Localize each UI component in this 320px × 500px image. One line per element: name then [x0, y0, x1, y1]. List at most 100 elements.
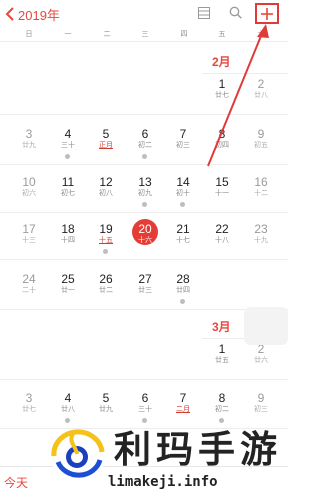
- lunar-date: 初七: [61, 190, 75, 197]
- day-cell[interactable]: 23 十九: [241, 222, 281, 245]
- day-cell[interactable]: 6 初二: [125, 127, 165, 150]
- lunar-date: 三十: [138, 406, 152, 413]
- day-cell[interactable]: 17 十三: [9, 222, 49, 245]
- day-number: 2: [257, 77, 265, 91]
- lunar-date: 廿八: [254, 92, 268, 99]
- day-cell[interactable]: 15 十一: [202, 175, 242, 198]
- day-cell[interactable]: 20 十六: [125, 222, 165, 245]
- watermark-title: 利玛手游: [114, 429, 282, 470]
- day-number: 3: [25, 391, 33, 405]
- lunar-date: 初六: [22, 190, 36, 197]
- day-cell[interactable]: 16 十二: [241, 175, 281, 198]
- day-cell[interactable]: 8 初二: [202, 391, 242, 414]
- lunar-date: 廿四: [176, 287, 190, 294]
- lunar-date: 廿二: [99, 287, 113, 294]
- day-cell[interactable]: 10 初六: [9, 175, 49, 198]
- day-number: 9: [257, 127, 265, 141]
- day-cell[interactable]: 28 廿四: [163, 272, 203, 295]
- day-cell[interactable]: 24 二十: [9, 272, 49, 295]
- weekday-label: 五: [218, 31, 226, 38]
- day-number: 21: [176, 222, 190, 236]
- event-dot: [142, 154, 147, 159]
- day-cell[interactable]: 4 廿八: [48, 391, 88, 414]
- lunar-date: 初三: [176, 142, 190, 149]
- week-divider: [0, 114, 288, 115]
- day-number: 1: [218, 77, 226, 91]
- week-divider: [0, 212, 288, 213]
- list-view-icon[interactable]: [198, 7, 210, 19]
- day-cell[interactable]: 5 廿九: [86, 391, 126, 414]
- day-cell[interactable]: 1 廿七: [202, 77, 242, 100]
- lunar-date: 廿八: [61, 406, 75, 413]
- day-cell[interactable]: 25 廿一: [48, 272, 88, 295]
- lunar-date: 廿七: [215, 92, 229, 99]
- day-number: 6: [141, 127, 149, 141]
- lunar-date: 二月: [176, 406, 190, 413]
- day-cell[interactable]: 4 三十: [48, 127, 88, 150]
- lunar-date: 十六: [138, 237, 152, 244]
- day-number: 5: [102, 391, 110, 405]
- day-cell[interactable]: 27 廿三: [125, 272, 165, 295]
- day-number: 22: [215, 222, 229, 236]
- day-cell[interactable]: 2 廿八: [241, 77, 281, 100]
- event-dot: [142, 418, 147, 423]
- day-cell[interactable]: 3 廿九: [9, 127, 49, 150]
- week-divider: [0, 259, 288, 260]
- lunar-date: 初八: [99, 190, 113, 197]
- week-divider: [0, 164, 288, 165]
- day-number: 1: [218, 342, 226, 356]
- month-label-march: 3月: [212, 320, 231, 334]
- day-cell[interactable]: 7 二月: [163, 391, 203, 414]
- lunar-date: 廿一: [61, 287, 75, 294]
- event-dot: [219, 418, 224, 423]
- day-cell[interactable]: 13 初九: [125, 175, 165, 198]
- day-cell[interactable]: 6 三十: [125, 391, 165, 414]
- day-cell[interactable]: 12 初八: [86, 175, 126, 198]
- day-cell[interactable]: 26 廿二: [86, 272, 126, 295]
- day-cell[interactable]: 9 初五: [241, 127, 281, 150]
- lunar-date: 十二: [254, 190, 268, 197]
- back-to-year-button[interactable]: 2019年: [5, 4, 60, 24]
- lunar-date: 十一: [215, 190, 229, 197]
- lunar-date: 正月: [99, 142, 113, 149]
- day-number: 3: [25, 127, 33, 141]
- today-button[interactable]: 今天: [4, 474, 28, 491]
- day-cell[interactable]: 3 廿七: [9, 391, 49, 414]
- day-number: 8: [218, 391, 226, 405]
- add-event-button[interactable]: [255, 3, 279, 24]
- day-number: 23: [254, 222, 268, 236]
- day-cell[interactable]: 22 十八: [202, 222, 242, 245]
- weekday-label: 四: [180, 31, 188, 38]
- day-cell[interactable]: 18 十四: [48, 222, 88, 245]
- day-number: 7: [179, 391, 187, 405]
- day-number: 5: [102, 127, 110, 141]
- lunar-date: 初十: [176, 190, 190, 197]
- day-number: 16: [254, 175, 268, 189]
- event-dot: [142, 202, 147, 207]
- top-bar: 2019年: [0, 0, 288, 27]
- lunar-date: 廿五: [215, 357, 229, 364]
- day-cell[interactable]: 7 初三: [163, 127, 203, 150]
- day-cell[interactable]: 21 十七: [163, 222, 203, 245]
- day-number: 9: [257, 391, 265, 405]
- weekday-label: 日: [25, 31, 33, 38]
- day-number: 19: [99, 222, 113, 236]
- day-cell[interactable]: 9 初三: [241, 391, 281, 414]
- day-cell[interactable]: 11 初七: [48, 175, 88, 198]
- event-dot: [65, 418, 70, 423]
- search-icon[interactable]: [229, 6, 242, 19]
- day-number: 7: [179, 127, 187, 141]
- day-number: 28: [176, 272, 190, 286]
- day-cell[interactable]: 1 廿五: [202, 342, 242, 365]
- day-cell[interactable]: 19 十五: [86, 222, 126, 245]
- event-dot: [103, 249, 108, 254]
- day-cell[interactable]: 8 初四: [202, 127, 242, 150]
- lunar-date: 十九: [254, 237, 268, 244]
- day-cell[interactable]: 14 初十: [163, 175, 203, 198]
- day-cell[interactable]: 5 正月: [86, 127, 126, 150]
- day-cell[interactable]: 2 廿六: [241, 342, 281, 365]
- day-number: 6: [141, 391, 149, 405]
- lunar-date: 初二: [138, 142, 152, 149]
- day-number: 11: [61, 175, 75, 189]
- lunar-date: 初五: [254, 142, 268, 149]
